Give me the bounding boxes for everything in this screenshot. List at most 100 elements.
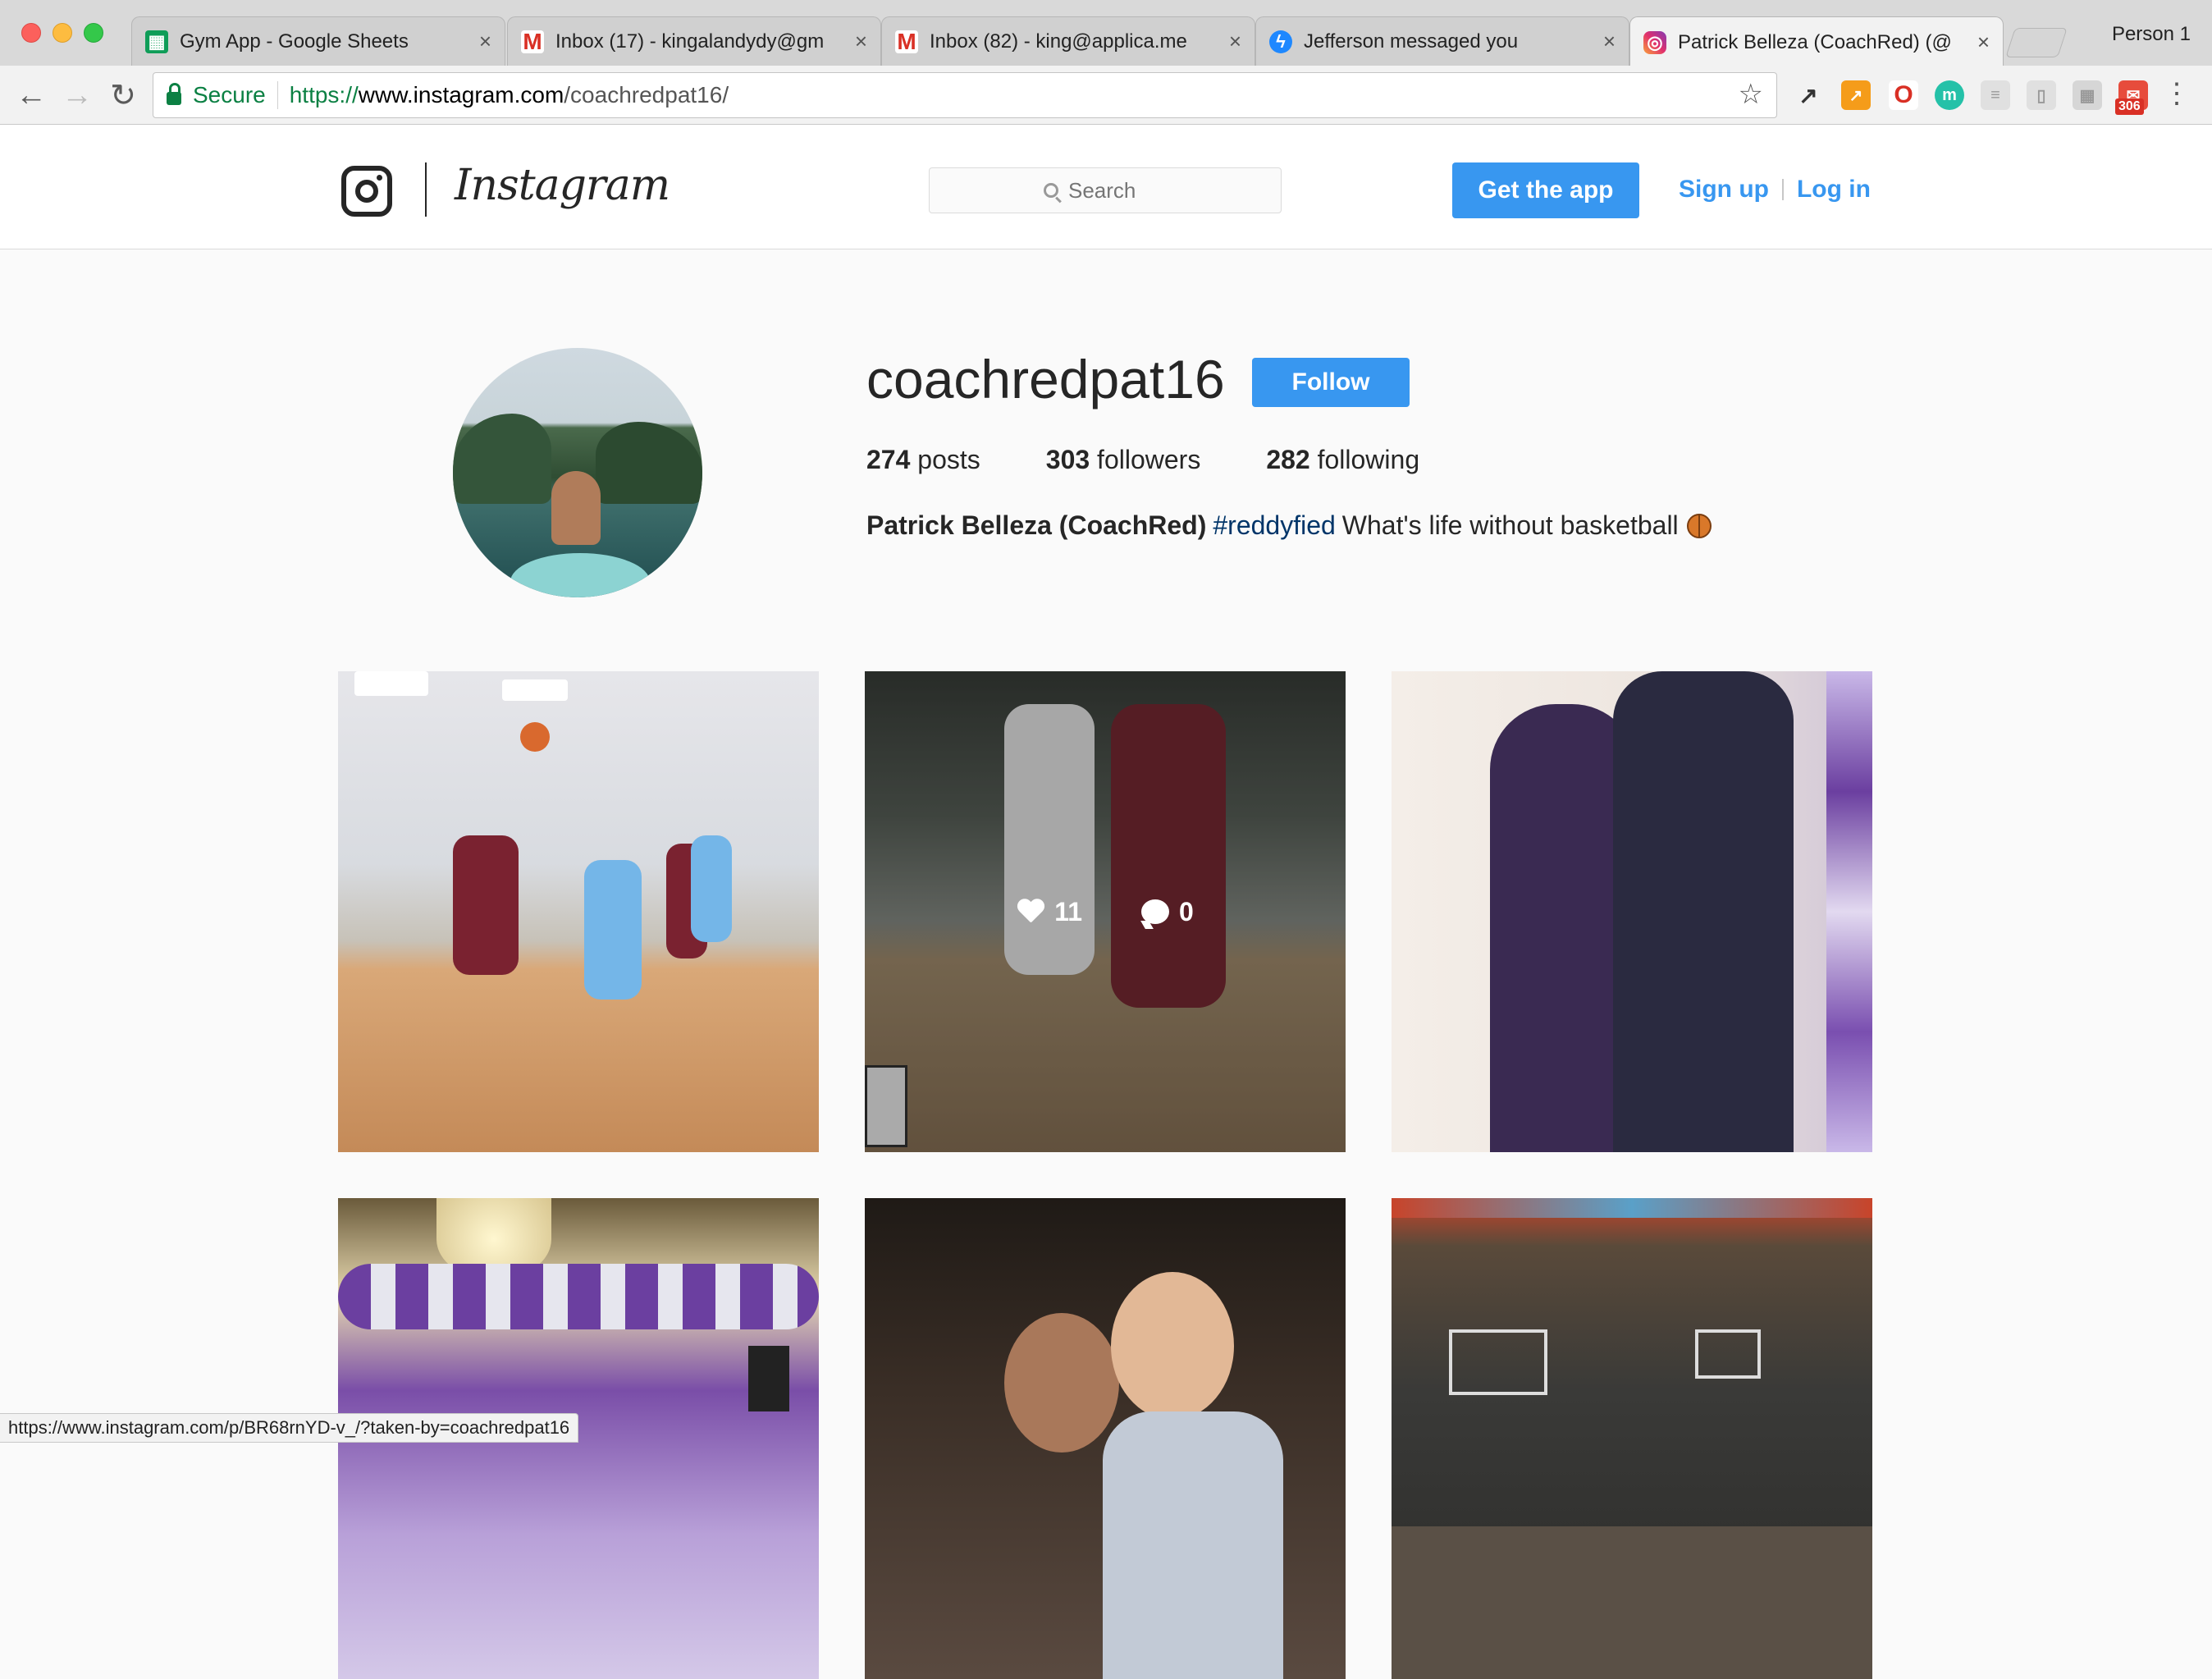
gmail-icon: M — [521, 29, 544, 54]
balloon-garland — [338, 1264, 819, 1329]
divider — [276, 81, 278, 109]
maximize-window-button[interactable] — [84, 23, 103, 43]
close-window-button[interactable] — [21, 23, 41, 43]
extension-chart-icon[interactable]: ↗ — [1841, 80, 1871, 110]
basketball-hoop — [1449, 1329, 1547, 1395]
tab-strip: ▦ Gym App - Google Sheets × M Inbox (17)… — [0, 0, 2212, 67]
instagram-header: Instagram Get the app Sign up Log in — [0, 125, 2212, 249]
ceiling-stripe — [1392, 1198, 1872, 1218]
address-bar[interactable]: Secure https://www.instagram.com/coachre… — [153, 72, 1777, 118]
avatar-scenery — [596, 422, 702, 504]
ceiling-light — [502, 679, 568, 701]
tab-messenger[interactable]: ϟ Jefferson messaged you × — [1255, 16, 1629, 66]
browser-toolbar: ← → ↻ Secure https://www.instagram.com/c… — [0, 66, 2212, 125]
get-the-app-button[interactable]: Get the app — [1452, 162, 1639, 218]
posts-label: posts — [917, 445, 980, 474]
profile-username: coachredpat16 — [866, 349, 1225, 409]
secure-label: Secure — [193, 82, 266, 108]
tab-title: Inbox (17) - kingalandydy@gm — [555, 30, 825, 53]
avatar-scenery — [453, 414, 551, 504]
post-hover-overlay: 11 0 — [865, 671, 1346, 1152]
tab-inbox-applica[interactable]: M Inbox (82) - king@applica.me × — [881, 16, 1255, 66]
player-figure — [584, 860, 642, 1000]
browser-chrome: ▦ Gym App - Google Sheets × M Inbox (17)… — [0, 0, 2212, 125]
instagram-wordmark[interactable]: Instagram — [455, 161, 670, 210]
extension-mail-icon[interactable]: ✉ 306 — [2115, 80, 2148, 115]
avatar-boat — [510, 553, 650, 597]
extension-grid-icon[interactable]: ▦ — [2073, 80, 2102, 110]
followers-count[interactable]: 303 followers — [1046, 445, 1201, 475]
tab-inbox-gmail[interactable]: M Inbox (17) - kingalandydy@gm × — [507, 16, 881, 66]
close-icon[interactable]: × — [855, 29, 867, 54]
close-icon[interactable]: × — [1603, 29, 1616, 54]
heart-icon — [1017, 899, 1044, 924]
shirt — [1103, 1411, 1283, 1679]
avatar-person — [551, 471, 601, 545]
instagram-camera-icon[interactable] — [341, 166, 392, 217]
post-thumbnail[interactable] — [865, 1198, 1346, 1679]
hashtag-link[interactable]: #reddyfied — [1213, 510, 1335, 541]
following-count[interactable]: 282 following — [1266, 445, 1419, 475]
log-in-link[interactable]: Log in — [1797, 176, 1871, 204]
follow-button[interactable]: Follow — [1252, 358, 1410, 407]
url-host: www.instagram.com — [358, 82, 564, 108]
post-thumbnail[interactable] — [338, 671, 819, 1152]
tab-gym-app[interactable]: ▦ Gym App - Google Sheets × — [131, 16, 505, 66]
profile-full-name: Patrick Belleza (CoachRed) — [866, 510, 1207, 540]
auth-links: Sign up Log in — [1679, 176, 1871, 204]
instagram-icon: ◎ — [1643, 30, 1666, 54]
tab-instagram[interactable]: ◎ Patrick Belleza (CoachRed) (@ × — [1629, 16, 2004, 67]
search-box[interactable] — [929, 167, 1282, 213]
sign-up-link[interactable]: Sign up — [1679, 176, 1769, 204]
tab-title: Gym App - Google Sheets — [180, 30, 409, 53]
following-number: 282 — [1266, 445, 1310, 474]
close-icon[interactable]: × — [479, 29, 491, 54]
sheets-icon: ▦ — [145, 30, 168, 53]
status-bar-url: https://www.instagram.com/p/BR68rnYD-v_/… — [0, 1413, 579, 1443]
forward-arrow-icon[interactable]: → — [57, 75, 97, 115]
search-input[interactable] — [1068, 177, 1167, 204]
bookmark-star-icon[interactable]: ☆ — [1739, 78, 1763, 111]
ceiling-light — [354, 671, 428, 696]
extension-page-icon[interactable]: ▯ — [2027, 80, 2056, 110]
following-label: following — [1317, 445, 1420, 474]
tab-title: Jefferson messaged you — [1304, 30, 1519, 53]
profile-switcher[interactable]: Person 1 — [2112, 23, 2191, 46]
extension-m-icon[interactable]: m — [1935, 80, 1964, 110]
comment-icon — [1141, 899, 1170, 924]
search-icon — [1044, 183, 1058, 198]
post-thumbnail[interactable] — [1392, 1198, 1872, 1679]
lock-icon — [167, 83, 181, 105]
profile-stats: 274 posts 303 followers 282 following — [866, 445, 1485, 475]
face — [1004, 1313, 1119, 1453]
new-tab-button[interactable] — [2005, 28, 2068, 57]
gmail-icon: M — [895, 29, 918, 54]
followers-number: 303 — [1045, 445, 1090, 474]
back-arrow-icon[interactable]: ← — [11, 75, 51, 115]
close-icon[interactable]: × — [1977, 30, 1990, 55]
post-thumbnail-hovered[interactable]: 11 0 — [865, 671, 1346, 1152]
comments-metric: 0 — [1141, 897, 1194, 927]
close-icon[interactable]: × — [1229, 29, 1241, 54]
face — [1111, 1272, 1234, 1420]
extension-opera-icon[interactable]: O — [1889, 80, 1918, 110]
post-thumbnail[interactable] — [1392, 671, 1872, 1152]
reload-icon[interactable]: ↻ — [103, 75, 143, 115]
comments-count: 0 — [1179, 896, 1194, 926]
extension-badge: 306 — [2115, 98, 2144, 115]
divider — [1781, 179, 1784, 200]
bio-text: What's life without basketball — [1341, 510, 1679, 540]
minimize-window-button[interactable] — [53, 23, 72, 43]
url-path: /coachredpat16/ — [564, 82, 729, 108]
likes-metric: 11 — [1017, 897, 1082, 927]
avatar[interactable] — [453, 348, 702, 597]
posts-number: 274 — [866, 445, 911, 474]
player-figure — [691, 835, 732, 942]
browser-menu-icon[interactable]: ⋮ — [2163, 77, 2191, 110]
url-text: https://www.instagram.com/coachredpat16/ — [290, 82, 729, 108]
extension-pen-icon[interactable]: ↗ — [1794, 80, 1823, 110]
extension-doc-icon[interactable]: ≡ — [1981, 80, 2010, 110]
tab-title: Patrick Belleza (CoachRed) (@ — [1678, 30, 1952, 53]
url-scheme: https:// — [289, 82, 359, 108]
balloon-column — [1826, 671, 1872, 1152]
